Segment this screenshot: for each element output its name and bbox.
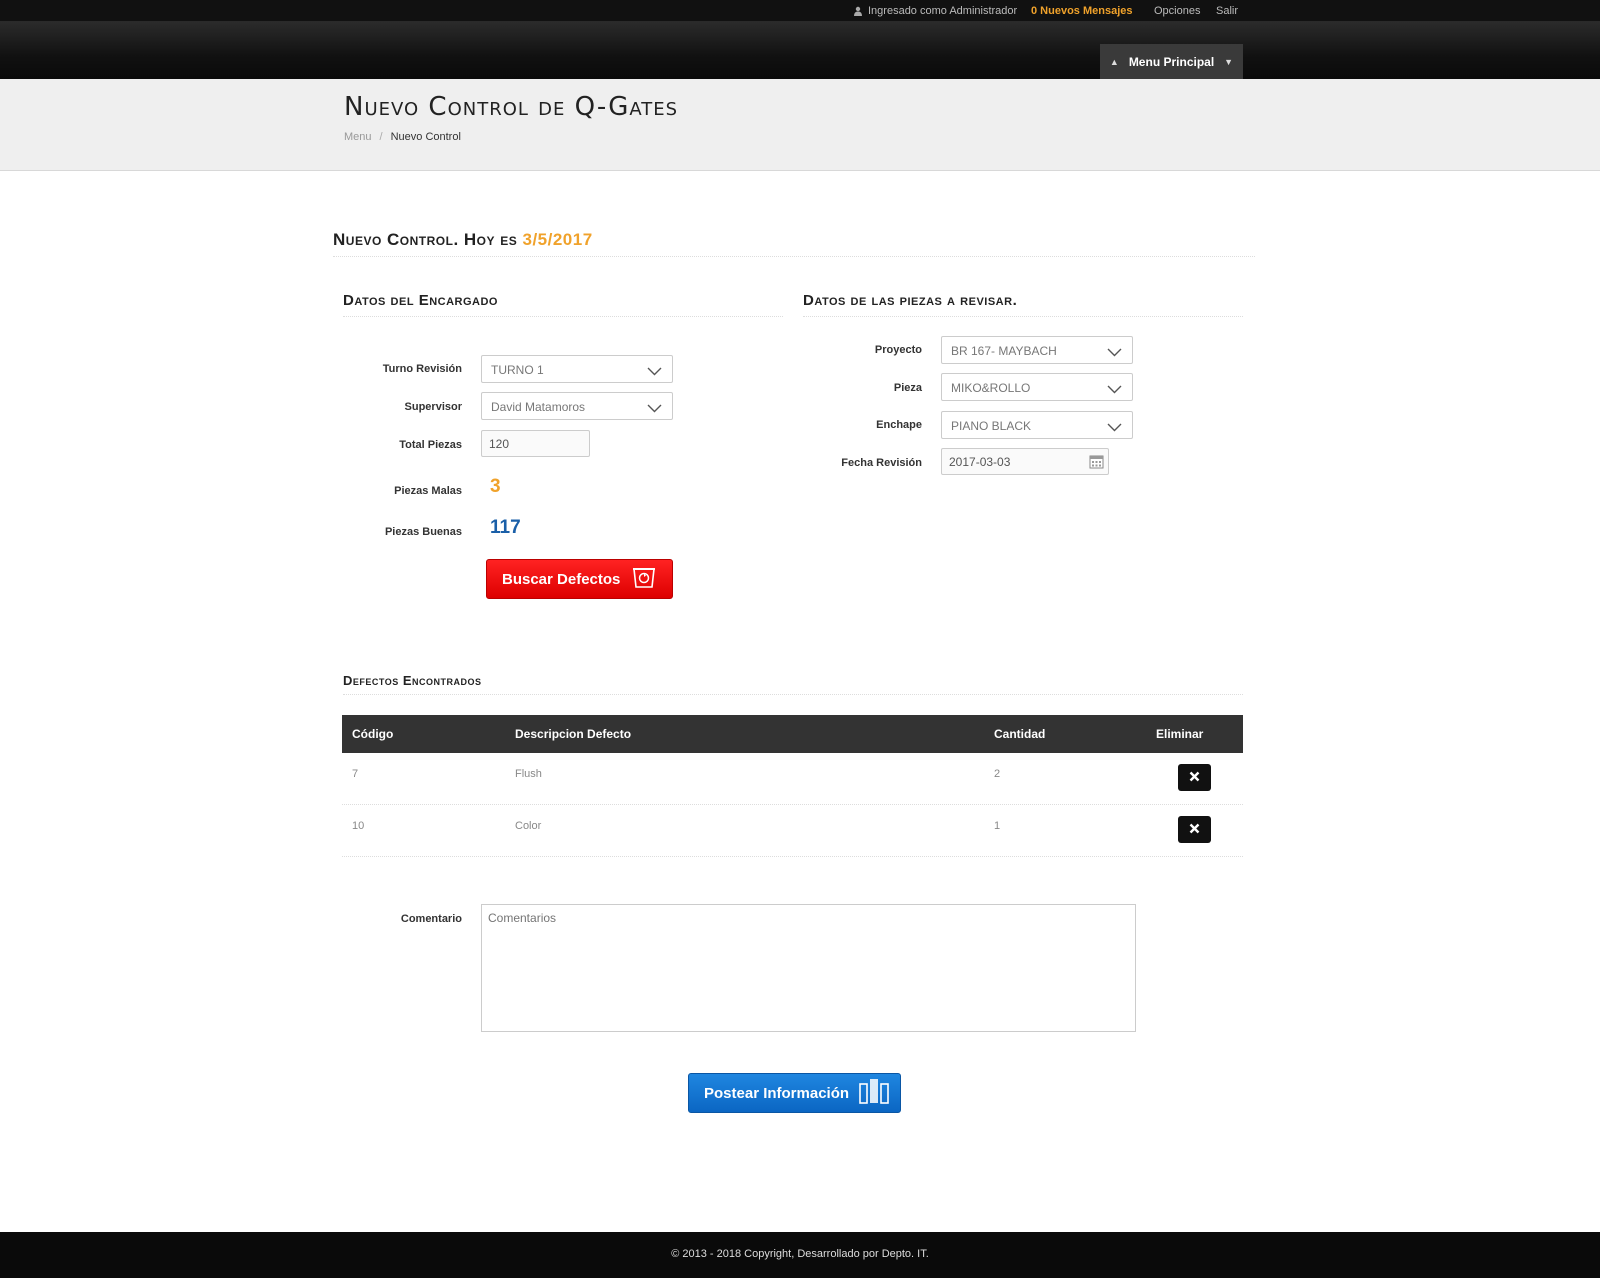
pieza-value: MIKO&ROLLO [951, 381, 1031, 395]
breadcrumb: Menu / Nuevo Control [344, 131, 461, 143]
breadcrumb-current: Nuevo Control [390, 131, 461, 143]
column-eliminar: Eliminar [1156, 727, 1204, 741]
pieza-label: Pieza [893, 382, 922, 394]
cell-descripcion: Flush [515, 768, 542, 780]
breadcrumb-menu-link[interactable]: Menu [344, 131, 372, 143]
comentario-label: Comentario [400, 913, 462, 925]
supervisor-select[interactable]: David Matamoros [481, 392, 673, 420]
supervisor-label: Supervisor [404, 401, 462, 413]
column-codigo: Código [352, 727, 394, 741]
cell-codigo: 7 [352, 768, 359, 780]
fecha-input[interactable]: 2017-03-03 [941, 448, 1109, 475]
messages-link[interactable]: 0 Nuevos Mensajes [1031, 5, 1133, 17]
proyecto-label: Proyecto [874, 344, 922, 356]
chevron-up-icon: ▲ [1109, 56, 1119, 67]
supervisor-value: David Matamoros [491, 400, 586, 414]
recycle-bin-icon [632, 566, 656, 592]
fecha-label: Fecha Revisión [841, 457, 922, 469]
postear-label: Postear Información [704, 1084, 850, 1102]
buscar-defectos-button[interactable]: Buscar Defectos [486, 559, 673, 599]
user-status-text: Ingresado como Administrador [868, 5, 1018, 17]
cell-cantidad: 1 [994, 820, 1001, 832]
delete-row-button[interactable] [1178, 764, 1211, 791]
total-label: Total Piezas [399, 439, 462, 451]
main-menu-button[interactable]: ▲ Menu Principal ▼ [1100, 44, 1243, 79]
cell-cantidad: 2 [994, 768, 1001, 780]
logout-link[interactable]: Salir [1216, 5, 1238, 17]
malas-value: 3 [490, 476, 501, 497]
malas-label: Piezas Malas [394, 485, 462, 497]
defectos-table: Código Descripcion Defecto Cantidad Elim… [342, 715, 1243, 857]
user-icon [853, 6, 863, 16]
postear-button[interactable]: Postear Información [688, 1073, 901, 1113]
footer-copyright: © 2013 - 2018 Copyright, Desarrollado po… [671, 1248, 929, 1260]
cell-codigo: 10 [352, 820, 365, 832]
encargado-heading: Datos del Encargado [343, 292, 783, 317]
chevron-down-icon [1107, 421, 1122, 435]
column-descripcion: Descripcion Defecto [515, 727, 632, 741]
buenas-value: 117 [490, 517, 521, 538]
enchape-select[interactable]: PIANO BLACK [941, 411, 1133, 439]
section-heading: Nuevo Control. Hoy es 3/5/2017 [333, 230, 1255, 257]
server-icon [859, 1078, 889, 1108]
today-date: 3/5/2017 [522, 230, 593, 249]
table-header: Código Descripcion Defecto Cantidad Elim… [342, 715, 1243, 753]
user-status: Ingresado como Administrador [853, 5, 1017, 17]
title-bar: Nuevo Control de Q-Gates Menu / Nuevo Cont… [0, 79, 1600, 171]
comentario-textarea[interactable] [481, 904, 1136, 1032]
table-row: 10 Color 1 [342, 805, 1243, 857]
turno-label: Turno Revisión [382, 363, 462, 375]
buenas-label: Piezas Buenas [384, 526, 462, 538]
main-menu-label: Menu Principal [1128, 54, 1215, 69]
close-icon [1189, 771, 1200, 785]
footer: © 2013 - 2018 Copyright, Desarrollado po… [0, 1232, 1600, 1278]
table-row: 7 Flush 2 [342, 753, 1243, 805]
chevron-down-icon [1107, 383, 1122, 397]
defectos-heading: Defectos Encontrados [343, 673, 1243, 695]
chevron-down-icon [647, 402, 662, 416]
fecha-value: 2017-03-03 [949, 455, 1011, 469]
delete-row-button[interactable] [1178, 816, 1211, 843]
piezas-heading: Datos de las piezas a revisar. [803, 292, 1243, 317]
enchape-value: PIANO BLACK [951, 419, 1032, 433]
breadcrumb-separator: / [379, 131, 383, 143]
calendar-icon[interactable] [1089, 454, 1104, 472]
close-icon [1189, 823, 1200, 837]
buscar-defectos-label: Buscar Defectos [502, 570, 621, 588]
main-header: ▲ Menu Principal ▼ [0, 22, 1600, 79]
cell-descripcion: Color [515, 820, 542, 832]
column-cantidad: Cantidad [994, 727, 1046, 741]
enchape-label: Enchape [876, 419, 922, 431]
proyecto-value: BR 167- MAYBACH [951, 344, 1057, 358]
turno-value: TURNO 1 [491, 363, 544, 377]
proyecto-select[interactable]: BR 167- MAYBACH [941, 336, 1133, 364]
pieza-select[interactable]: MIKO&ROLLO [941, 373, 1133, 401]
chevron-down-icon: ▼ [1224, 56, 1234, 67]
chevron-down-icon [1107, 346, 1122, 360]
turno-select[interactable]: TURNO 1 [481, 355, 673, 383]
total-input[interactable]: 120 [481, 430, 590, 457]
chevron-down-icon [647, 365, 662, 379]
options-link[interactable]: Opciones [1154, 5, 1200, 17]
section-heading-text: Nuevo Control. Hoy es [333, 230, 518, 249]
page-title: Nuevo Control de Q-Gates [344, 92, 679, 122]
top-bar: Ingresado como Administrador 0 Nuevos Me… [0, 0, 1600, 22]
